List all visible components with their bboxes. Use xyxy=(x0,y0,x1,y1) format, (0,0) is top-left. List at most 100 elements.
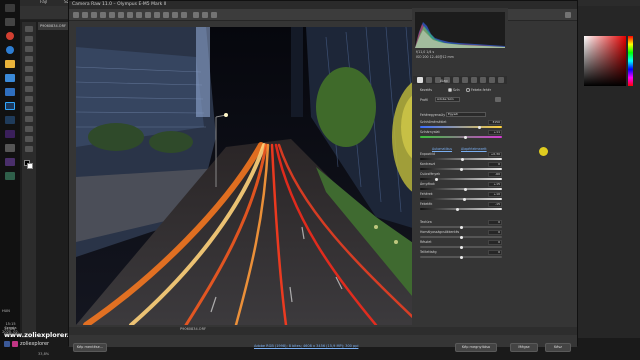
highlights-value[interactable]: -60 xyxy=(488,172,502,177)
tone-curve-tab-icon[interactable] xyxy=(426,77,432,83)
contrast-value[interactable]: 0 xyxy=(488,162,502,167)
explorer-icon[interactable] xyxy=(5,60,15,68)
rotate-right-icon[interactable] xyxy=(211,12,217,18)
default-link[interactable]: Alapértelmezett xyxy=(461,147,487,151)
eyedropper-tool-icon[interactable] xyxy=(25,66,33,72)
windows-taskbar: HUN 15:15 Szerda 2020. 02. 12. xyxy=(0,0,20,360)
graduated-filter-icon[interactable] xyxy=(172,12,178,18)
photoshop-icon[interactable] xyxy=(5,102,15,110)
blacks-value[interactable]: -15 xyxy=(488,202,502,207)
presets-tab-icon[interactable] xyxy=(489,77,495,83)
save-image-button[interactable]: Kép mentése... xyxy=(73,343,107,352)
tint-value[interactable]: +11 xyxy=(488,130,502,135)
blacks-slider[interactable] xyxy=(420,208,502,210)
basic-tab-icon[interactable] xyxy=(417,77,423,83)
zoom-tool-icon[interactable] xyxy=(25,146,33,152)
marquee-tool-icon[interactable] xyxy=(25,36,33,42)
snapshots-tab-icon[interactable] xyxy=(498,77,504,83)
shadows-value[interactable]: +15 xyxy=(488,182,502,187)
adjustment-brush-icon[interactable] xyxy=(163,12,169,18)
pen-tool-icon[interactable] xyxy=(25,116,33,122)
contrast-slider-thumb[interactable] xyxy=(459,167,463,171)
shadows-slider[interactable] xyxy=(420,188,502,190)
cancel-button[interactable]: Mégse xyxy=(510,343,538,352)
temperature-slider-thumb[interactable] xyxy=(477,125,481,129)
red-eye-icon[interactable] xyxy=(154,12,160,18)
document-tab[interactable]: P9060834.ORF xyxy=(38,22,68,30)
profile-browser-icon[interactable] xyxy=(495,97,501,102)
search-icon[interactable] xyxy=(5,18,15,26)
clarity-value[interactable]: 0 xyxy=(488,230,502,235)
hue-slider[interactable] xyxy=(628,36,633,86)
transform-tool-icon[interactable] xyxy=(136,12,142,18)
edge-icon[interactable] xyxy=(6,46,14,54)
saturation-value[interactable]: 0 xyxy=(488,250,502,255)
vibrance-slider-thumb[interactable] xyxy=(459,245,463,249)
chrome-icon[interactable] xyxy=(6,32,14,40)
highlights-slider[interactable] xyxy=(420,178,502,180)
color-picker-field[interactable] xyxy=(584,36,626,86)
language-indicator[interactable]: HUN xyxy=(2,309,10,313)
crop-tool-icon[interactable] xyxy=(118,12,124,18)
app-icon[interactable] xyxy=(5,144,15,152)
fullscreen-icon[interactable] xyxy=(565,12,571,18)
temperature-slider[interactable] xyxy=(420,126,502,128)
white-balance-tool-icon[interactable] xyxy=(91,12,97,18)
exposure-slider-thumb[interactable] xyxy=(461,157,465,161)
app-icon[interactable] xyxy=(5,172,15,180)
tint-slider-thumb[interactable] xyxy=(463,135,467,139)
preferences-icon[interactable] xyxy=(193,12,199,18)
store-icon[interactable] xyxy=(5,74,15,82)
open-image-button[interactable]: Kép megnyitása xyxy=(455,343,497,352)
highlights-slider-thumb[interactable] xyxy=(434,177,438,181)
rotate-left-icon[interactable] xyxy=(202,12,208,18)
auto-link[interactable]: Automatikus xyxy=(432,147,452,151)
color-sampler-icon[interactable] xyxy=(100,12,106,18)
radial-filter-icon[interactable] xyxy=(181,12,187,18)
tint-slider[interactable] xyxy=(420,136,502,138)
eraser-tool-icon[interactable] xyxy=(25,96,33,102)
type-tool-icon[interactable] xyxy=(25,126,33,132)
vibrance-value[interactable]: 0 xyxy=(488,240,502,245)
premiere-icon[interactable] xyxy=(5,130,15,138)
bw-radio[interactable] xyxy=(466,88,470,92)
color-radio[interactable] xyxy=(448,88,452,92)
background-color-swatch[interactable] xyxy=(27,163,33,169)
whites-slider-thumb[interactable] xyxy=(462,197,466,201)
stamp-tool-icon[interactable] xyxy=(25,86,33,92)
hand-tool-icon[interactable] xyxy=(25,136,33,142)
mail-icon[interactable] xyxy=(5,88,15,96)
move-tool-icon[interactable] xyxy=(25,26,33,32)
effects-tab-icon[interactable] xyxy=(471,77,477,83)
saturation-slider-thumb[interactable] xyxy=(459,255,463,259)
lens-tab-icon[interactable] xyxy=(462,77,468,83)
split-toning-tab-icon[interactable] xyxy=(453,77,459,83)
calibration-tab-icon[interactable] xyxy=(480,77,486,83)
straighten-tool-icon[interactable] xyxy=(127,12,133,18)
profile-select[interactable]: Adobe Szín xyxy=(435,97,460,102)
workflow-options-link[interactable]: Adobe RGB (1998); 8 bites; 4608 x 3456 (… xyxy=(254,344,358,348)
app-icon[interactable] xyxy=(5,158,15,166)
done-button[interactable]: Kész xyxy=(545,343,571,352)
preview-zoom[interactable]: 33,8% xyxy=(4,327,15,331)
exposure-value[interactable]: +0,30 xyxy=(488,152,502,157)
start-icon[interactable] xyxy=(5,4,15,12)
lasso-tool-icon[interactable] xyxy=(25,46,33,52)
zoom-tool-icon[interactable] xyxy=(73,12,79,18)
lightroom-icon[interactable] xyxy=(5,116,15,124)
spot-removal-icon[interactable] xyxy=(145,12,151,18)
temperature-value[interactable]: 3150 xyxy=(488,120,502,125)
brush-tool-icon[interactable] xyxy=(25,76,33,82)
gradient-tool-icon[interactable] xyxy=(25,106,33,112)
whites-value[interactable]: +10 xyxy=(488,192,502,197)
white-balance-select[interactable]: Egyedi xyxy=(446,112,486,117)
texture-slider-thumb[interactable] xyxy=(459,225,463,229)
texture-value[interactable]: 0 xyxy=(488,220,502,225)
blacks-slider-thumb[interactable] xyxy=(456,207,460,211)
whites-slider[interactable] xyxy=(420,198,502,200)
menu-file[interactable]: Fájl xyxy=(40,0,47,5)
targeted-adjustment-icon[interactable] xyxy=(109,12,115,18)
clarity-slider-thumb[interactable] xyxy=(459,235,463,239)
hand-tool-icon[interactable] xyxy=(82,12,88,18)
crop-tool-icon[interactable] xyxy=(25,56,33,62)
